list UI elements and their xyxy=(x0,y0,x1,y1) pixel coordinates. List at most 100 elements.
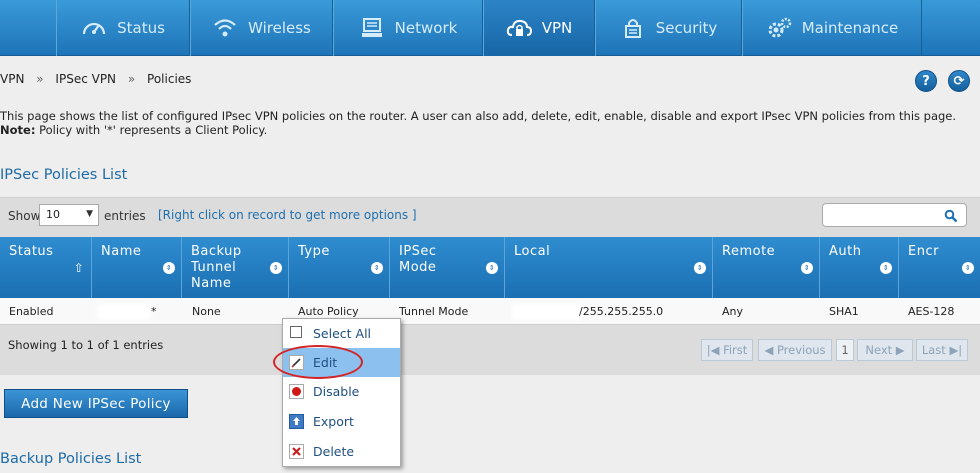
first-label: First xyxy=(723,343,748,357)
breadcrumb-separator: » xyxy=(36,72,44,86)
refresh-button[interactable]: ⟳ xyxy=(948,70,970,92)
cell-type: Auto Policy xyxy=(298,305,359,318)
add-new-ipsec-policy-button[interactable]: Add New IPSec Policy xyxy=(4,389,188,418)
top-navigation-bar: Status Wireless Network VPN Security Mai… xyxy=(0,0,980,56)
page-number-label: 1 xyxy=(841,343,849,357)
column-type-label: Type xyxy=(298,244,330,259)
first-icon: |◀ xyxy=(706,343,724,357)
sort-icon: ⇕ xyxy=(694,262,706,274)
last-page-button[interactable]: Last ▶| xyxy=(916,339,968,361)
cell-status: Enabled xyxy=(9,305,54,318)
checkbox-icon xyxy=(289,325,304,340)
next-label: Next xyxy=(865,343,893,357)
first-page-button[interactable]: |◀ First xyxy=(701,339,753,361)
menu-item-disable[interactable]: Disable xyxy=(283,377,400,406)
lock-icon xyxy=(620,17,646,39)
breadcrumb: VPN » IPSec VPN » Policies xyxy=(0,72,199,86)
search-input[interactable] xyxy=(822,203,967,227)
search-icon xyxy=(944,208,958,223)
breadcrumb-policies: Policies xyxy=(147,72,192,86)
column-auth-label: Auth xyxy=(829,244,862,259)
nav-vpn-label: VPN xyxy=(541,19,573,37)
next-page-button[interactable]: Next ▶ xyxy=(857,339,913,361)
column-encr[interactable]: Encr ⇕ xyxy=(899,237,980,298)
menu-item-select-all[interactable]: Select All xyxy=(283,319,400,348)
gears-icon xyxy=(766,17,792,39)
entries-info: Showing 1 to 1 of 1 entries xyxy=(8,338,164,352)
delete-x-icon xyxy=(289,444,304,459)
redacted-name xyxy=(100,307,148,317)
breadcrumb-vpn[interactable]: VPN xyxy=(0,72,24,86)
description-text: This page shows the list of configured I… xyxy=(0,109,957,123)
column-mode-label: IPSec Mode xyxy=(399,244,437,275)
show-label: Show xyxy=(8,209,41,223)
nav-network[interactable]: Network xyxy=(333,0,483,56)
table-toolbar: Show 10 ▼ entries [Right click on record… xyxy=(0,197,980,237)
nav-security[interactable]: Security xyxy=(595,0,742,56)
column-name[interactable]: Name ⇕ xyxy=(92,237,182,298)
nav-status[interactable]: Status xyxy=(56,0,190,56)
menu-item-delete[interactable]: Delete xyxy=(283,437,400,466)
monitor-icon xyxy=(359,17,385,39)
sort-icon: ⇕ xyxy=(270,262,282,274)
refresh-icon: ⟳ xyxy=(953,73,965,89)
cell-backup-tunnel: None xyxy=(192,305,221,318)
note-text: Policy with '*' represents a Client Poli… xyxy=(35,123,268,137)
sort-icon: ⇕ xyxy=(486,262,498,274)
column-local[interactable]: Local ⇕ xyxy=(505,237,713,298)
sort-icon: ⇕ xyxy=(962,262,974,274)
menu-item-export[interactable]: Export xyxy=(283,407,400,436)
menu-label-disable: Disable xyxy=(313,384,360,399)
sort-up-icon: ⇧ xyxy=(73,260,85,275)
column-name-label: Name xyxy=(101,244,142,259)
column-backup-label: Backup Tunnel Name xyxy=(191,244,242,291)
sort-icon: ⇕ xyxy=(880,262,892,274)
cell-remote: Any xyxy=(722,305,744,318)
column-backup-tunnel[interactable]: Backup Tunnel Name ⇕ xyxy=(182,237,289,298)
previous-page-button[interactable]: ◀ Previous xyxy=(758,339,832,361)
last-label: Last xyxy=(921,343,946,357)
cell-name: * xyxy=(151,305,157,318)
annotation-highlight-oval xyxy=(273,345,363,379)
table-footer: Showing 1 to 1 of 1 entries |◀ First ◀ P… xyxy=(0,325,980,375)
nav-vpn[interactable]: VPN xyxy=(483,0,595,56)
export-icon xyxy=(289,414,304,429)
help-icon: ? xyxy=(922,73,930,89)
column-status[interactable]: Status ⇧ xyxy=(0,237,92,298)
sort-icon: ⇕ xyxy=(163,262,175,274)
help-button[interactable]: ? xyxy=(915,70,937,92)
breadcrumb-separator: » xyxy=(127,72,136,86)
cell-encr: AES-128 xyxy=(908,305,955,318)
page-number-1[interactable]: 1 xyxy=(836,339,854,361)
chevron-right-icon: ▶ xyxy=(892,343,905,357)
sort-icon: ⇕ xyxy=(371,262,383,274)
nav-security-label: Security xyxy=(655,19,718,37)
table-header: Status ⇧ Name ⇕ Backup Tunnel Name ⇕ Type ⇕ … xyxy=(0,237,980,298)
cell-ipsec-mode: Tunnel Mode xyxy=(399,305,469,318)
nav-wireless[interactable]: Wireless xyxy=(190,0,333,56)
policies-list-title: IPSec Policies List xyxy=(0,167,128,183)
column-remote[interactable]: Remote ⇕ xyxy=(713,237,820,298)
column-local-label: Local xyxy=(514,244,551,259)
wifi-icon xyxy=(212,17,238,39)
column-ipsec-mode[interactable]: IPSec Mode ⇕ xyxy=(390,237,505,298)
column-remote-label: Remote xyxy=(722,244,776,259)
table-row[interactable]: Enabled * None Auto Policy Tunnel Mode /… xyxy=(0,298,980,325)
column-type[interactable]: Type ⇕ xyxy=(289,237,390,298)
nav-status-label: Status xyxy=(117,19,165,37)
sort-icon: ⇕ xyxy=(801,262,813,274)
right-click-hint: [Right click on record to get more optio… xyxy=(158,208,417,222)
previous-label: Previous xyxy=(776,343,826,357)
redacted-local xyxy=(515,307,579,317)
breadcrumb-ipsec-vpn[interactable]: IPSec VPN xyxy=(55,72,116,86)
menu-label-select-all: Select All xyxy=(313,326,372,341)
nav-maintenance[interactable]: Maintenance xyxy=(742,0,922,56)
red-dot-icon xyxy=(289,384,304,399)
chevron-down-icon: ▼ xyxy=(86,209,93,219)
column-encr-label: Encr xyxy=(908,244,939,259)
backup-policies-list-title: Backup Policies List xyxy=(0,451,142,467)
column-auth[interactable]: Auth ⇕ xyxy=(820,237,899,298)
nav-maintenance-label: Maintenance xyxy=(801,19,899,37)
page-size-select[interactable]: 10 ▼ xyxy=(39,204,99,226)
context-menu: Select All Edit Disable Export Delete xyxy=(282,318,401,467)
